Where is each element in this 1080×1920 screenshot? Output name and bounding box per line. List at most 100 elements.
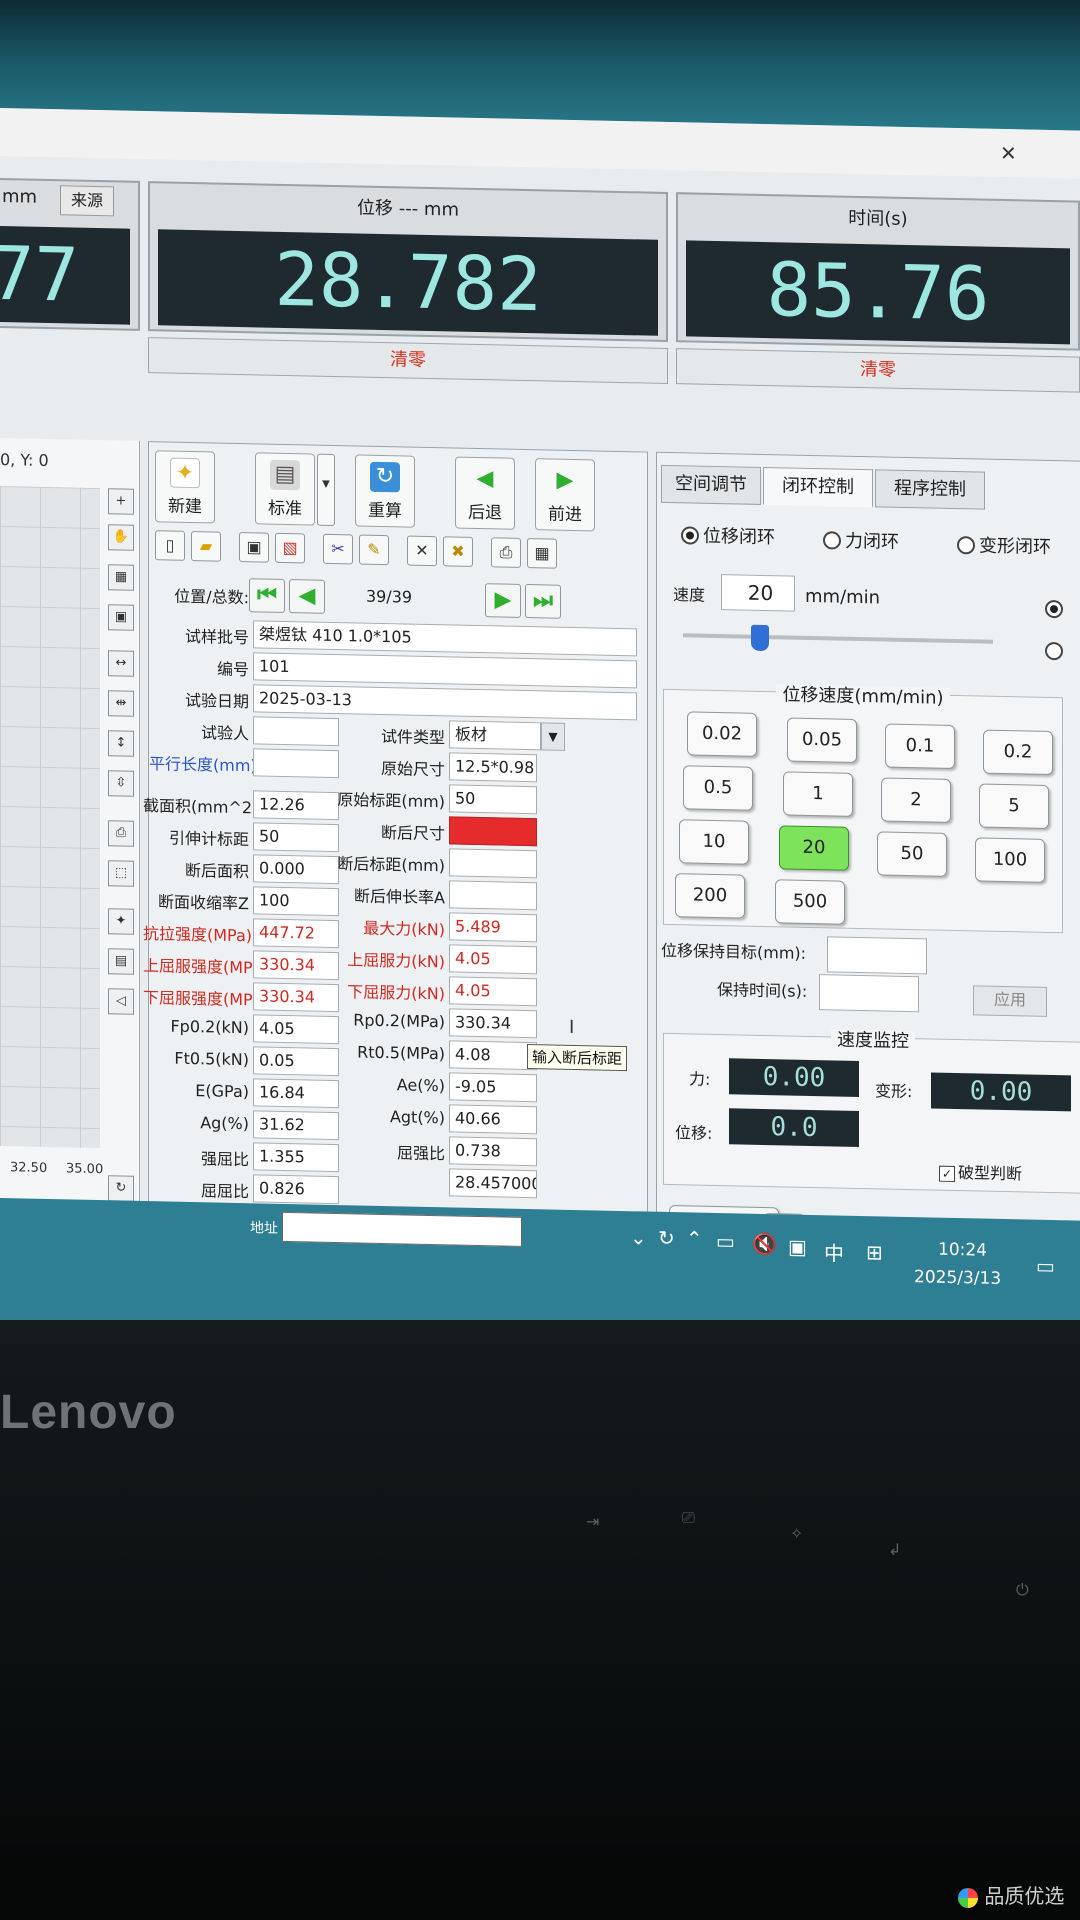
specimen-type-select[interactable]: 板材 bbox=[449, 720, 541, 751]
export-icon[interactable]: ⬚ bbox=[108, 860, 134, 887]
result-field[interactable]: 1.355 bbox=[253, 1142, 339, 1173]
speed-preset-button[interactable]: 500 bbox=[775, 879, 845, 925]
dropdown-chevron-icon[interactable]: ⌄ bbox=[630, 1225, 647, 1249]
close-icon[interactable]: ✕ bbox=[1000, 141, 1017, 165]
speed-preset-button[interactable]: 0.05 bbox=[787, 717, 857, 763]
radio-strain-loop[interactable]: 变形闭环 bbox=[957, 531, 1051, 559]
notification-icon[interactable]: ▭ bbox=[1036, 1254, 1055, 1278]
speed-slider-thumb[interactable] bbox=[751, 624, 769, 652]
result-field[interactable]: 100 bbox=[253, 886, 339, 917]
enter-icon[interactable]: ↲ bbox=[888, 1540, 901, 1559]
speed-preset-button[interactable]: 10 bbox=[679, 819, 749, 865]
save-as-icon[interactable]: ▧ bbox=[275, 532, 305, 564]
back-button[interactable]: ◀ 后退 bbox=[455, 456, 515, 530]
result-field[interactable]: 12.5*0.981 bbox=[449, 752, 537, 783]
result-field[interactable]: 4.05 bbox=[449, 976, 537, 1007]
result-field[interactable]: 0.000 bbox=[253, 854, 339, 885]
open-folder-icon[interactable]: ▰ bbox=[191, 531, 221, 562]
standard-button[interactable]: ▤ 标准 bbox=[255, 452, 315, 526]
standard-dropdown-icon[interactable]: ▼ bbox=[317, 453, 335, 527]
chart-plot-area[interactable] bbox=[0, 486, 100, 1149]
result-field[interactable]: 330.34 bbox=[449, 1008, 537, 1039]
speed-preset-button[interactable]: 0.5 bbox=[683, 765, 753, 811]
result-field[interactable]: 4.05 bbox=[253, 1014, 339, 1045]
delete-icon[interactable]: ✕ bbox=[407, 535, 437, 567]
result-field[interactable]: 5.489 bbox=[449, 912, 537, 943]
speed-preset-button[interactable]: 2 bbox=[881, 777, 951, 823]
result-field[interactable]: 447.72 bbox=[253, 918, 339, 949]
refresh-icon[interactable]: ↻ bbox=[658, 1226, 675, 1250]
tab-closed-loop[interactable]: 闭环控制 bbox=[763, 466, 873, 508]
clock-date[interactable]: 2025/3/13 bbox=[914, 1267, 1001, 1289]
chart-grid-icon[interactable]: ▣ bbox=[108, 604, 134, 631]
address-bar[interactable] bbox=[282, 1211, 522, 1247]
print-icon[interactable]: ⎙ bbox=[491, 537, 521, 568]
delete-all-icon[interactable]: ✖ bbox=[443, 536, 473, 567]
apply-button[interactable]: 应用 bbox=[973, 985, 1047, 1017]
source-button[interactable]: 来源 bbox=[60, 185, 114, 217]
brightness-icon[interactable]: ✧ bbox=[790, 1524, 803, 1543]
batch-field[interactable]: 桀煜钛 410 1.0*105 bbox=[253, 620, 637, 657]
app-tray-icon[interactable]: ▣ bbox=[788, 1235, 807, 1259]
hold-target-field[interactable] bbox=[827, 936, 927, 975]
speed-preset-button[interactable]: 20 bbox=[779, 825, 849, 871]
marker-icon[interactable]: ✦ bbox=[108, 908, 134, 935]
speed-preset-button[interactable]: 0.2 bbox=[983, 729, 1053, 776]
paint-brush-icon[interactable]: ✎ bbox=[359, 534, 389, 566]
prev-record-icon[interactable]: ◀ bbox=[289, 579, 325, 614]
result-field[interactable]: 31.62 bbox=[253, 1110, 339, 1141]
radio-right-1[interactable] bbox=[1045, 599, 1067, 620]
result-field[interactable]: 0.826 bbox=[253, 1174, 339, 1205]
horizontal-fit-icon[interactable]: ⇹ bbox=[108, 690, 134, 717]
horizontal-scale-icon[interactable]: ↔ bbox=[108, 650, 134, 677]
tab-space-adjust[interactable]: 空间调节 bbox=[661, 464, 761, 505]
calculator-icon[interactable]: ▦ bbox=[527, 538, 557, 569]
parallel-length-field[interactable] bbox=[253, 748, 339, 779]
last-record-icon[interactable]: ⏭ bbox=[525, 583, 561, 619]
vertical-fit-icon[interactable]: ⇳ bbox=[108, 770, 134, 797]
recalculate-button[interactable]: ↻ 重算 bbox=[355, 454, 415, 528]
input-source-icon[interactable]: ⇥ bbox=[586, 1512, 599, 1531]
speed-preset-button[interactable]: 0.1 bbox=[885, 723, 955, 770]
result-field[interactable] bbox=[449, 848, 537, 879]
result-field[interactable]: 4.05 bbox=[449, 944, 537, 975]
speed-slider-track[interactable] bbox=[683, 633, 993, 644]
ime-keyboard-icon[interactable]: ⊞ bbox=[866, 1240, 883, 1264]
first-record-icon[interactable]: ⏮ bbox=[249, 578, 285, 613]
hold-time-field[interactable] bbox=[819, 974, 919, 1013]
time-zero-button[interactable]: 清零 bbox=[676, 348, 1080, 393]
menu-back-icon[interactable]: ⎚ bbox=[682, 1508, 695, 1528]
next-record-icon[interactable]: ▶ bbox=[485, 583, 521, 618]
volume-muted-icon[interactable]: 🔇 bbox=[752, 1232, 777, 1257]
result-field[interactable]: 50 bbox=[253, 822, 339, 853]
result-field[interactable]: 0.05 bbox=[253, 1046, 339, 1077]
save-icon[interactable]: ▣ bbox=[239, 532, 269, 563]
speed-preset-button[interactable]: 200 bbox=[675, 873, 745, 919]
result-field[interactable]: 40.66 bbox=[449, 1104, 537, 1135]
zoom-tool-icon[interactable]: + bbox=[108, 488, 134, 515]
power-icon[interactable]: ⏻ bbox=[1016, 1580, 1029, 1600]
result-field[interactable]: 12.26 bbox=[253, 790, 339, 821]
break-check[interactable]: ✓ 破型判断 bbox=[939, 1159, 1022, 1185]
clock-time[interactable]: 10:24 bbox=[938, 1240, 987, 1261]
new-button[interactable]: ✦ 新建 bbox=[155, 450, 215, 524]
clipboard-icon[interactable]: ▤ bbox=[108, 948, 134, 975]
tab-program-control[interactable]: 程序控制 bbox=[875, 469, 985, 510]
displacement-zero-button[interactable]: 清零 bbox=[148, 337, 668, 384]
result-field[interactable]: 16.84 bbox=[253, 1078, 339, 1109]
radio-displacement-loop[interactable]: 位移闭环 bbox=[681, 521, 775, 549]
result-field[interactable]: -9.05 bbox=[449, 1072, 537, 1103]
speed-preset-button[interactable]: 5 bbox=[979, 783, 1049, 829]
speed-preset-button[interactable]: 100 bbox=[975, 837, 1045, 883]
number-field[interactable]: 101 bbox=[253, 652, 637, 689]
result-field[interactable] bbox=[449, 816, 537, 847]
fit-view-icon[interactable]: ▦ bbox=[108, 564, 134, 591]
date-field[interactable]: 2025-03-13 bbox=[253, 684, 637, 721]
radio-force-loop[interactable]: 力闭环 bbox=[823, 526, 899, 554]
blank-file-icon[interactable]: ▯ bbox=[155, 530, 185, 561]
cut-icon[interactable]: ✂ bbox=[323, 533, 353, 565]
result-field[interactable]: 28.457000 bbox=[449, 1168, 537, 1199]
result-field[interactable]: 330.34 bbox=[253, 950, 339, 981]
tray-expand-icon[interactable]: ⌃ bbox=[686, 1226, 703, 1250]
vertical-scale-icon[interactable]: ↕ bbox=[108, 730, 134, 757]
